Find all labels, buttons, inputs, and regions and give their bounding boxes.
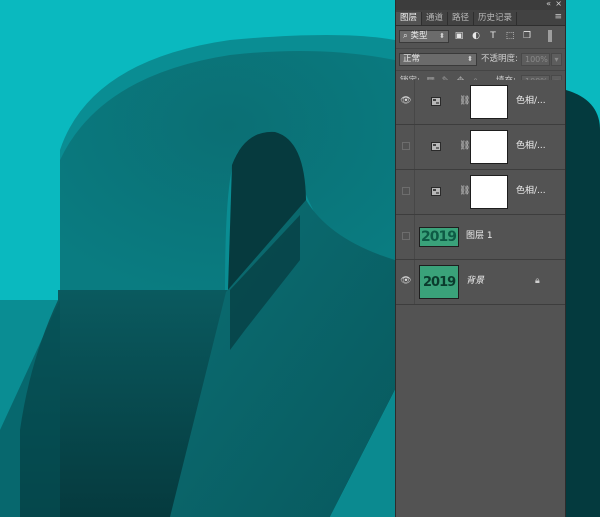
- link-icon[interactable]: ⛓︎: [459, 94, 470, 108]
- visibility-toggle[interactable]: [400, 140, 412, 153]
- panel-tab-bar: 图层 通道 路径 历史记录 ≡: [396, 10, 565, 26]
- smart-object-filter-icon[interactable]: ❐: [521, 30, 533, 42]
- eye-icon[interactable]: 👁︎: [400, 95, 412, 108]
- shape-filter-icon[interactable]: ⬚: [504, 30, 516, 42]
- layer-name[interactable]: 图层 1: [466, 230, 493, 243]
- tab-channels[interactable]: 通道: [422, 12, 449, 25]
- visibility-toggle[interactable]: [400, 230, 412, 243]
- layer-row[interactable]: 👁︎ ⛓︎ 色相/...: [396, 80, 565, 125]
- thumbnail-text: 2019: [423, 275, 456, 290]
- opacity-input[interactable]: 100%: [521, 53, 550, 66]
- hue-saturation-adjustment-icon: [431, 187, 441, 196]
- chevron-updown-icon: ⬍: [467, 55, 473, 63]
- layers-panel: « × 图层 通道 路径 历史记录 ≡ ⌕ 类型 ⬍ ▣ ◐ T ⬚ ❐ 正常 …: [395, 0, 566, 517]
- link-icon[interactable]: ⛓︎: [459, 139, 470, 153]
- layer-thumbnail[interactable]: 2019: [419, 265, 459, 299]
- divider: [414, 215, 415, 259]
- canvas-right-edge: [566, 0, 600, 517]
- layer-list: 👁︎ ⛓︎ 色相/... ⛓︎ 色相/... ⛓︎ 色相/... 2019 图层…: [396, 80, 565, 305]
- hue-saturation-adjustment-icon: [431, 97, 441, 106]
- layer-thumbnail[interactable]: 2019: [419, 227, 459, 247]
- layer-name[interactable]: 背景: [466, 275, 484, 288]
- divider: [414, 80, 415, 124]
- visibility-toggle[interactable]: [400, 185, 412, 198]
- layer-mask-thumbnail[interactable]: [470, 85, 508, 119]
- pixel-filter-icon[interactable]: ▣: [453, 30, 465, 42]
- layer-mask-thumbnail[interactable]: [470, 175, 508, 209]
- panel-title-bar: « ×: [396, 0, 565, 10]
- layer-row[interactable]: ⛓︎ 色相/...: [396, 170, 565, 215]
- layer-name[interactable]: 色相/...: [516, 140, 546, 153]
- layer-filter-row: ⌕ 类型 ⬍ ▣ ◐ T ⬚ ❐: [396, 26, 565, 49]
- divider: [414, 125, 415, 169]
- blend-mode-select[interactable]: 正常 ⬍: [399, 53, 477, 66]
- opacity-dropdown-icon[interactable]: ▾: [551, 53, 562, 66]
- type-filter-icon[interactable]: T: [487, 30, 499, 42]
- lock-icon: 🔒︎: [535, 276, 540, 286]
- eye-icon[interactable]: 👁︎: [400, 275, 412, 288]
- tab-paths[interactable]: 路径: [448, 12, 475, 25]
- layer-row[interactable]: ⛓︎ 色相/...: [396, 125, 565, 170]
- chevron-updown-icon: ⬍: [439, 32, 445, 40]
- layer-name[interactable]: 色相/...: [516, 95, 546, 108]
- opacity-label: 不透明度:: [481, 54, 518, 64]
- double-chevron-left-icon[interactable]: «: [546, 0, 551, 9]
- layer-row[interactable]: 2019 图层 1: [396, 215, 565, 260]
- blend-mode-value: 正常: [403, 54, 421, 64]
- tab-history[interactable]: 历史记录: [474, 12, 518, 25]
- divider: [414, 170, 415, 214]
- tab-layers[interactable]: 图层: [396, 12, 423, 25]
- layer-mask-thumbnail[interactable]: [470, 130, 508, 164]
- filter-kind-select[interactable]: ⌕ 类型 ⬍: [399, 30, 449, 43]
- hue-saturation-adjustment-icon: [431, 142, 441, 151]
- panel-menu-icon[interactable]: ≡: [554, 11, 562, 23]
- layer-row[interactable]: 👁︎ 2019 背景 🔒︎: [396, 260, 565, 305]
- filter-kind-label: 类型: [410, 31, 428, 41]
- search-icon: ⌕: [403, 31, 408, 41]
- divider: [414, 260, 415, 304]
- adjustment-filter-icon[interactable]: ◐: [470, 30, 482, 42]
- link-icon[interactable]: ⛓︎: [459, 184, 470, 198]
- blend-row: 正常 ⬍ 不透明度: 100% ▾: [396, 49, 565, 71]
- thumbnail-text: 2019: [421, 229, 457, 245]
- close-icon[interactable]: ×: [555, 0, 562, 9]
- filter-toggle-icon[interactable]: [546, 30, 554, 42]
- layer-name[interactable]: 色相/...: [516, 185, 546, 198]
